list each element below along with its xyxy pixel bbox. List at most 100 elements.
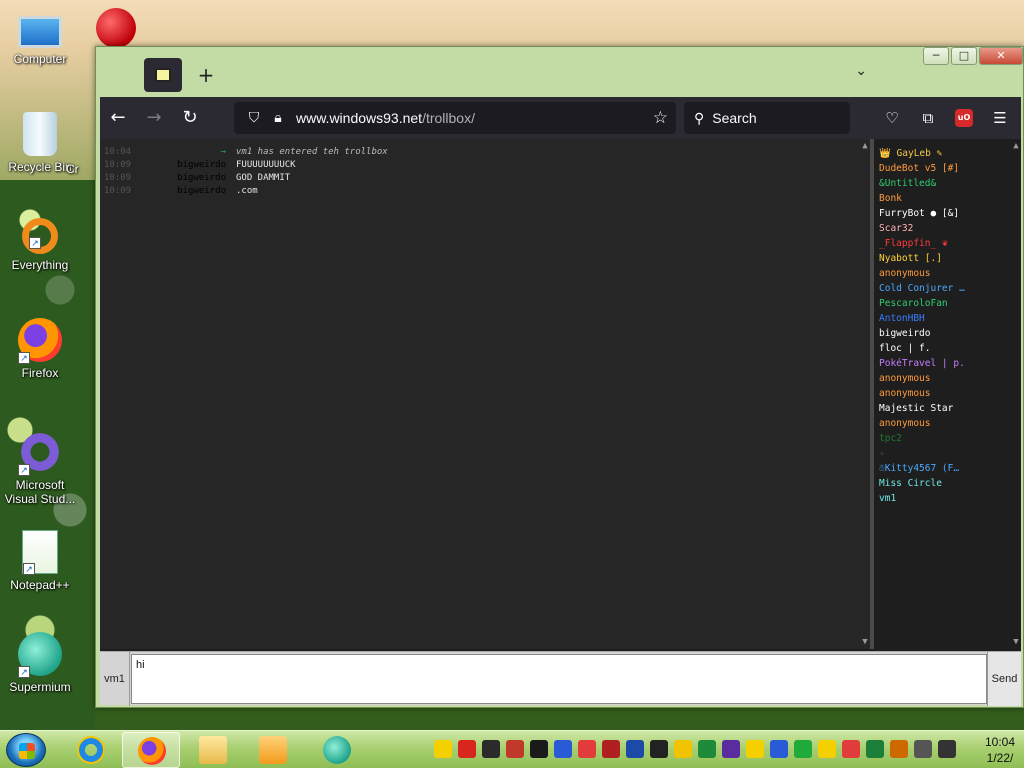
new-tab-button[interactable]: +	[192, 61, 220, 89]
taskbar-internet-explorer[interactable]	[62, 732, 120, 768]
user-list-item[interactable]: ☃Kitty4567 (F…	[879, 461, 959, 476]
shortcut-arrow-icon: ↗	[18, 464, 30, 476]
user-list-item[interactable]: anonymous	[879, 371, 930, 386]
message-nick[interactable]: bigweirdo	[140, 159, 226, 172]
user-list-item[interactable]: PescaroloFan	[879, 296, 948, 311]
clock[interactable]: 10:04 1/22/	[978, 734, 1022, 766]
tray-app-icon[interactable]	[554, 740, 572, 758]
user-list-item[interactable]: ✧	[879, 446, 885, 461]
list-all-tabs-button[interactable]: ⌄	[855, 63, 867, 79]
shield-icon[interactable]: ⛉	[242, 110, 266, 126]
taskbar-firefox[interactable]	[122, 732, 180, 768]
user-list-item[interactable]: anonymous	[879, 386, 930, 401]
tray-app-icon[interactable]	[506, 740, 524, 758]
send-button[interactable]: Send	[987, 652, 1021, 706]
search-box[interactable]: ⚲ Search	[684, 102, 850, 134]
tray-app-icon[interactable]	[794, 740, 812, 758]
taskbar-file-explorer[interactable]	[184, 732, 242, 768]
message-input[interactable]	[131, 654, 987, 704]
user-list-item[interactable]: anonymous	[879, 416, 930, 431]
tray-app-icon[interactable]	[650, 740, 668, 758]
url-domain: www.windows93.net	[296, 110, 423, 126]
windows93-favicon-icon	[155, 68, 171, 82]
menu-icon[interactable]: ☰	[985, 103, 1015, 133]
tray-app-icon[interactable]	[698, 740, 716, 758]
user-list-item[interactable]: PokéTravel | p.	[879, 356, 965, 371]
desktop-icon-firefox[interactable]: ↗ Firefox	[0, 318, 80, 380]
reload-button[interactable]: ↻	[172, 103, 208, 133]
scroll-down-icon[interactable]: ▼	[1011, 637, 1021, 647]
tray-app-icon[interactable]	[914, 740, 932, 758]
tab-trollbox[interactable]	[144, 58, 182, 92]
user-list-item[interactable]: Miss Circle	[879, 476, 942, 491]
address-bar[interactable]: ⛉ 🔒︎ www.windows93.net/trollbox/ ☆	[234, 102, 676, 134]
desktop-icon-supermium[interactable]: ↗ Supermium	[0, 632, 80, 694]
user-list: ▲ ▼ 👑 GayLeb ✎ DudeBot v5 [#] &Untitled& Bo…	[874, 139, 1021, 649]
desktop-icon-everything[interactable]: ↗ Everything	[0, 214, 80, 272]
tray-app-icon[interactable]	[578, 740, 596, 758]
user-list-item[interactable]: floc | f.	[879, 341, 930, 356]
message-nick[interactable]: bigweirdo	[140, 172, 226, 185]
lock-icon[interactable]: 🔒︎	[266, 110, 290, 126]
user-list-item[interactable]: bigweirdo	[879, 326, 930, 341]
tray-app-icon[interactable]	[434, 740, 452, 758]
user-list-item[interactable]: Nyabott [.]	[879, 251, 942, 266]
taskbar-supermium[interactable]	[308, 732, 366, 768]
computer-icon	[18, 16, 62, 48]
user-list-item[interactable]: DudeBot v5 [#]	[879, 161, 959, 176]
user-list-item[interactable]: anonymous	[879, 266, 930, 281]
extensions-icon[interactable]: ⧉	[913, 103, 943, 133]
tray-app-icon[interactable]	[746, 740, 764, 758]
ublock-button[interactable]: uO	[949, 103, 979, 133]
shortcut-arrow-icon: ↗	[29, 237, 41, 249]
tray-app-icon[interactable]	[602, 740, 620, 758]
tray-app-icon[interactable]	[626, 740, 644, 758]
tray-app-icon[interactable]	[482, 740, 500, 758]
tray-app-icon[interactable]	[938, 740, 956, 758]
tray-app-icon[interactable]	[842, 740, 860, 758]
tray-app-icon[interactable]	[890, 740, 908, 758]
scroll-down-icon[interactable]: ▼	[860, 637, 870, 647]
my-nick-button[interactable]: vm1	[100, 652, 130, 706]
forward-button[interactable]: →	[136, 103, 172, 133]
desktop-icon-computer[interactable]: Computer	[0, 10, 80, 66]
user-list-item[interactable]: &Untitled&	[879, 176, 936, 191]
user-list-item[interactable]: vm1	[879, 491, 896, 506]
back-button[interactable]: ←	[100, 103, 136, 133]
bookmark-star-icon[interactable]: ☆	[653, 108, 668, 128]
tray-app-icon[interactable]	[674, 740, 692, 758]
url-text[interactable]: www.windows93.net/trollbox/	[296, 110, 475, 126]
chat-log: ▲ ▼ 10:04 → vm1 has entered teh trollbox 10…	[100, 139, 870, 649]
user-list-item[interactable]: Cold Conjurer …	[879, 281, 965, 296]
chat-scrollbar[interactable]: ▲ ▼	[860, 139, 870, 649]
tray-app-icon[interactable]	[818, 740, 836, 758]
visual-studio-icon: ↗	[18, 430, 62, 476]
tray-app-icon[interactable]	[722, 740, 740, 758]
tray-app-icon[interactable]	[530, 740, 548, 758]
tray-app-icon[interactable]	[866, 740, 884, 758]
tray-app-icon[interactable]	[770, 740, 788, 758]
userlist-scrollbar[interactable]: ▲ ▼	[1011, 139, 1021, 649]
chat-input-bar: vm1 Send	[100, 651, 1021, 706]
user-list-item[interactable]: _Flappfin_ ❦	[879, 236, 948, 251]
user-list-item[interactable]: Bonk	[879, 191, 902, 206]
message-nick[interactable]: bigweirdo	[140, 185, 226, 198]
internet-explorer-icon	[77, 736, 105, 764]
start-button[interactable]	[6, 733, 46, 767]
user-list-item[interactable]: Scar32	[879, 221, 913, 236]
user-list-item[interactable]: Majestic Star	[879, 401, 953, 416]
message-nick[interactable]: →	[140, 146, 226, 159]
user-list-item[interactable]: AntonHBH	[879, 311, 925, 326]
tray-app-icon[interactable]	[458, 740, 476, 758]
desktop-icon-visual-studio[interactable]: ↗ Microsoft Visual Stud...	[0, 430, 80, 506]
taskbar-media-player[interactable]	[244, 732, 302, 768]
scroll-up-icon[interactable]: ▲	[1011, 141, 1021, 151]
scroll-up-icon[interactable]: ▲	[860, 141, 870, 151]
user-list-item[interactable]: FurryBot ● [&]	[879, 206, 959, 221]
user-list-item[interactable]: 👑 GayLeb ✎	[879, 146, 942, 161]
user-list-item[interactable]: tpc2	[879, 431, 902, 446]
desktop-icon-label: Cr	[66, 162, 79, 176]
desktop-icon-label: Notepad++	[10, 578, 70, 592]
pocket-icon[interactable]: ♡	[877, 103, 907, 133]
desktop-icon-notepad-plus-plus[interactable]: ↗ Notepad++	[0, 530, 80, 592]
